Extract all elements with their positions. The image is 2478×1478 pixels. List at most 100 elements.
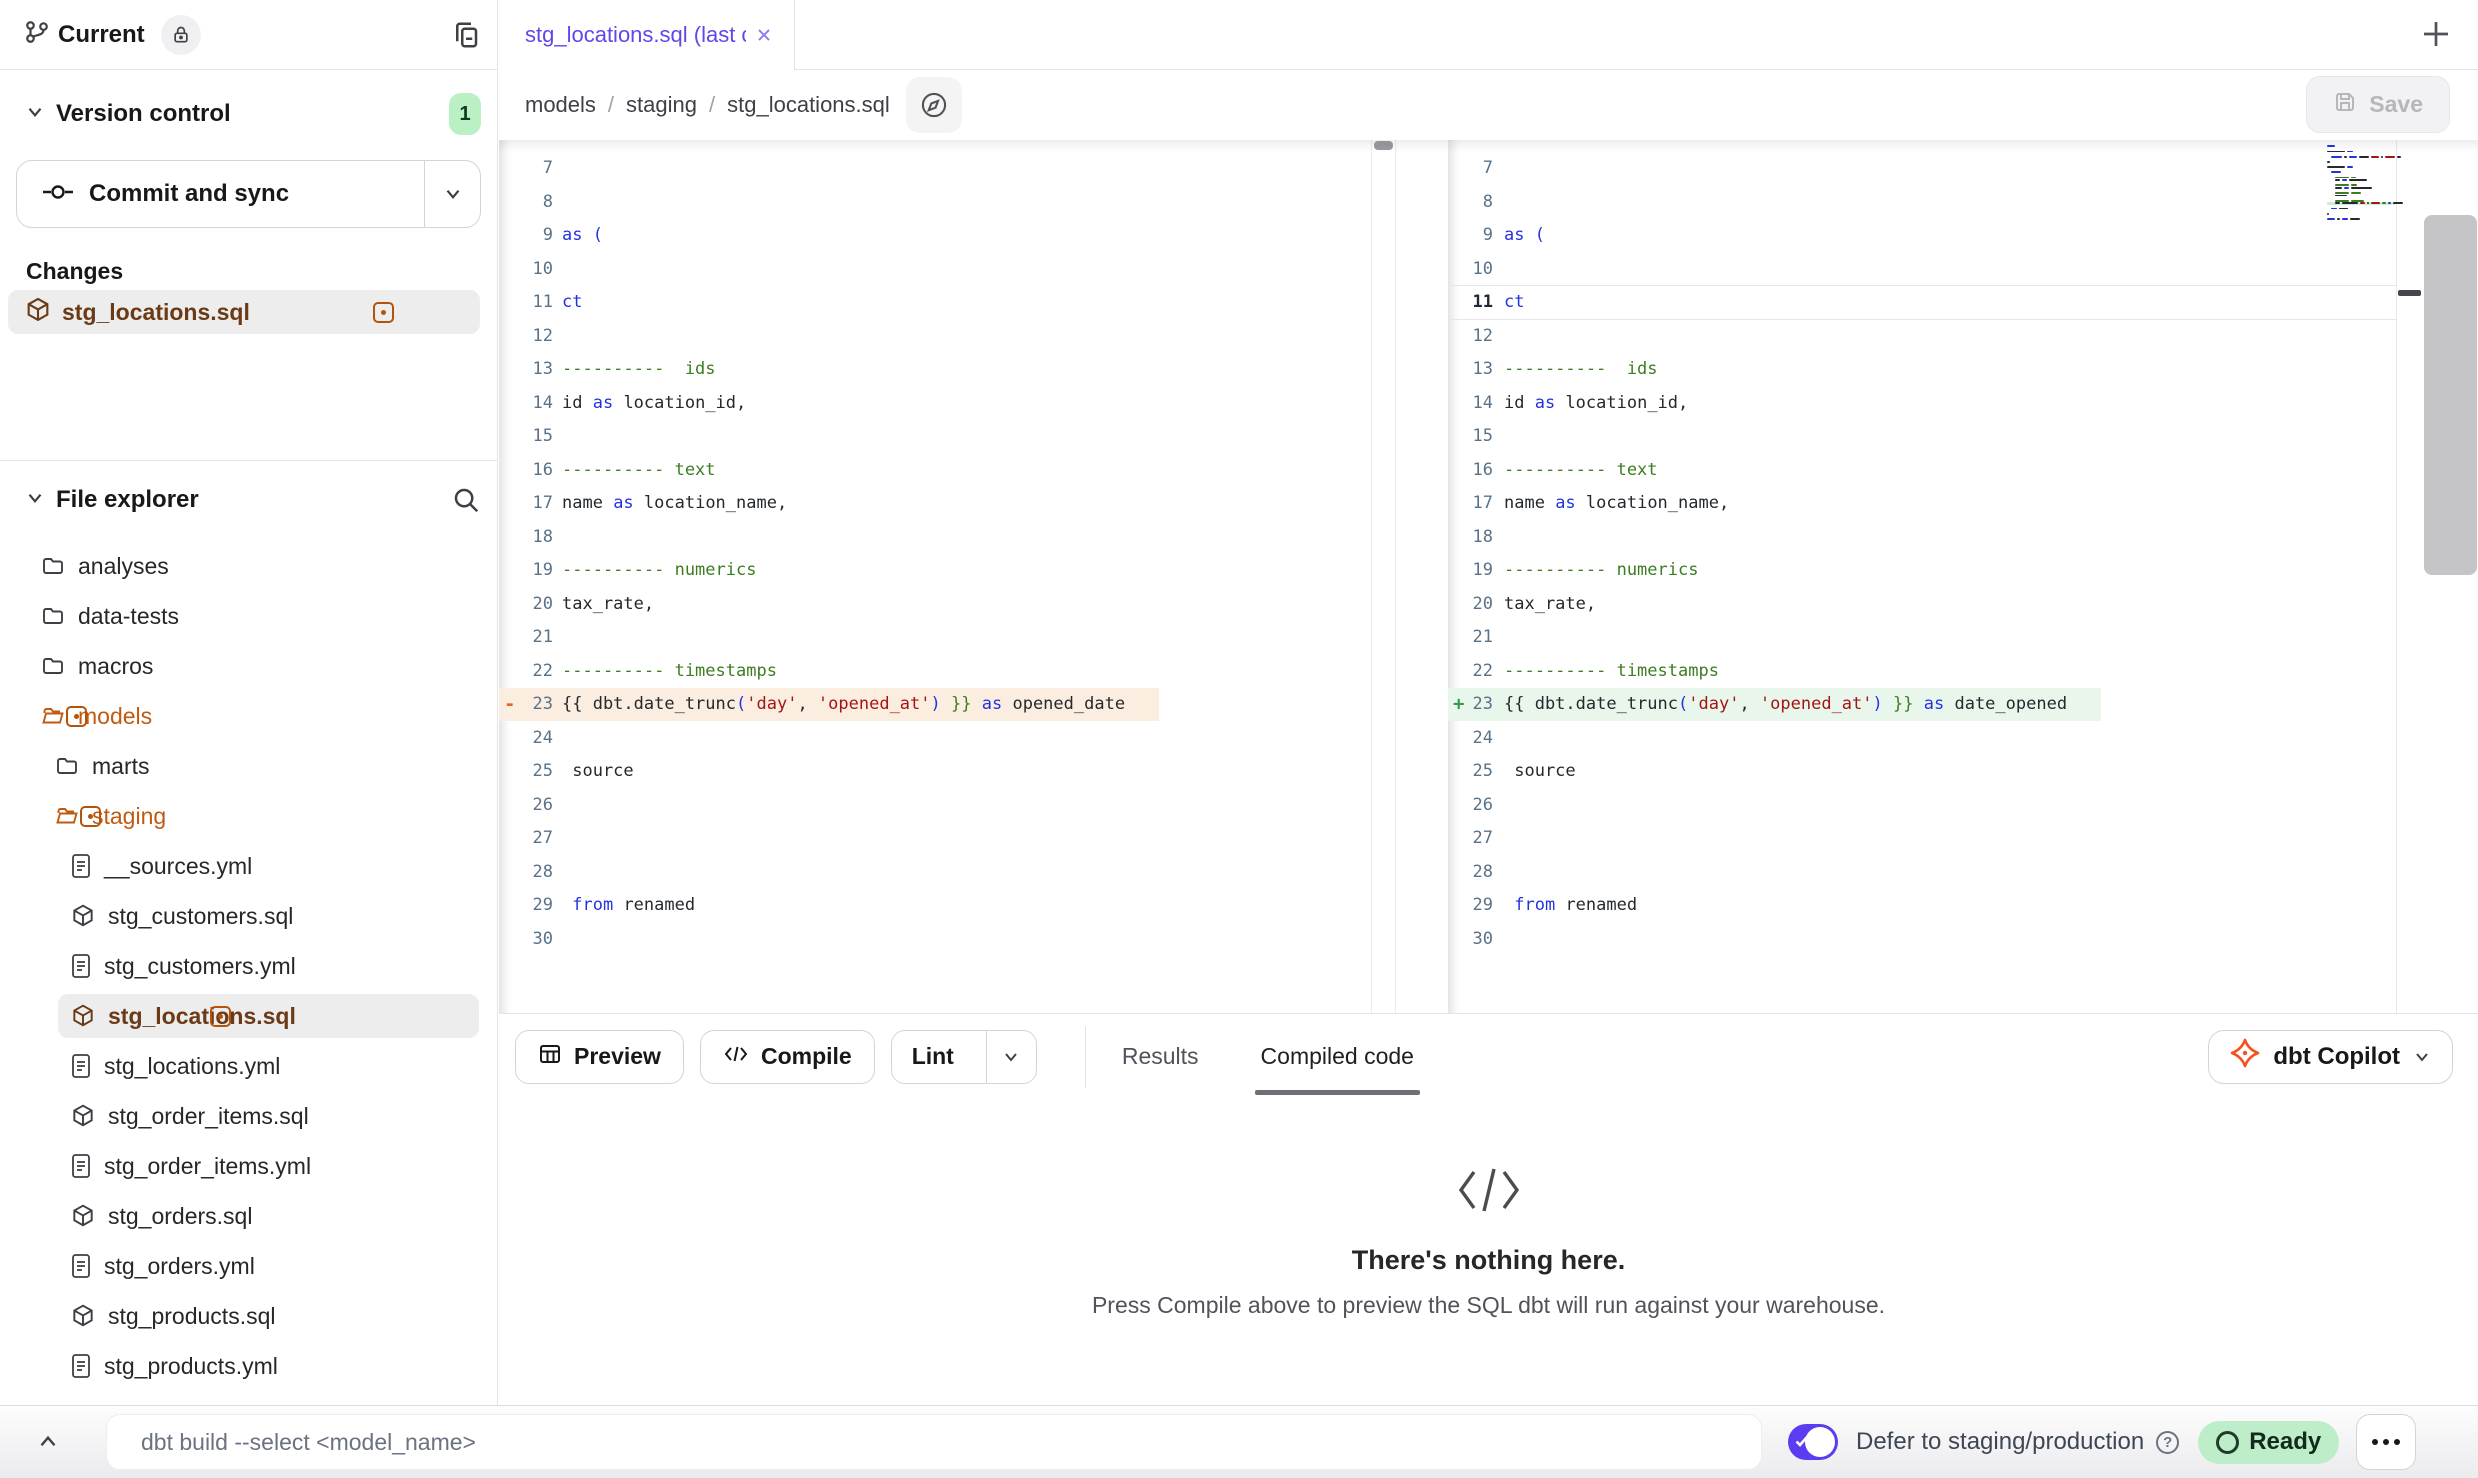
ellipsis-menu-button[interactable] [2356,1414,2416,1470]
compile-button[interactable]: Compile [700,1030,875,1084]
file-item-models[interactable]: models [0,691,497,741]
file-item-macros[interactable]: macros [0,641,497,691]
code-line-left-28[interactable]: 28 [499,855,1371,889]
changed-file-stg-locations[interactable]: stg_locations.sql [8,290,480,334]
save-button[interactable]: Save [2306,76,2450,133]
lint-options-chevron[interactable] [986,1031,1036,1083]
minimap[interactable] [2327,145,2395,223]
code-line-left-11[interactable]: 11ct [499,286,1371,320]
code-line-left-25[interactable]: 25 source [499,755,1371,789]
file-item-stg_order_items.sql[interactable]: stg_order_items.sql [0,1091,497,1141]
code-line-left-18[interactable]: 18 [499,520,1371,554]
code-line-right-27[interactable]: 27 [1448,822,2396,856]
file-item-stg_customers.sql[interactable]: stg_customers.sql [0,891,497,941]
file-item-marts[interactable]: marts [0,741,497,791]
code-line-right-10[interactable]: 10 [1448,252,2396,286]
code-line-left-16[interactable]: 16---------- text [499,453,1371,487]
file-explorer-header[interactable]: File explorer [0,474,497,526]
code-line-right-22[interactable]: 22---------- timestamps [1448,654,2396,688]
code-line-left-29[interactable]: 29 from renamed [499,889,1371,923]
branch-selector[interactable]: Current [24,15,201,55]
code-line-right-20[interactable]: 20tax_rate, [1448,587,2396,621]
code-line-right-9[interactable]: 9as ( [1448,219,2396,253]
code-line-right-7[interactable]: 7 [1448,152,2396,186]
code-line-right-15[interactable]: 15 [1448,420,2396,454]
editor-pane-modified[interactable]: 6789as (1011ct1213---------- ids14id as … [1448,140,2396,1013]
code-line-right-26[interactable]: 26 [1448,788,2396,822]
code-line-left-26[interactable]: 26 [499,788,1371,822]
code-line-right-12[interactable]: 12 [1448,319,2396,353]
dbt-copilot-button[interactable]: dbt Copilot [2208,1030,2453,1084]
code-line-left-12[interactable]: 12 [499,319,1371,353]
code-line-left-10[interactable]: 10 [499,252,1371,286]
code-line-left-13[interactable]: 13---------- ids [499,353,1371,387]
status-ready-badge[interactable]: Ready [2198,1421,2339,1464]
file-item-stg_customers.yml[interactable]: stg_customers.yml [0,941,497,991]
code-line-left-9[interactable]: 9as ( [499,219,1371,253]
breadcrumb-staging[interactable]: staging [626,92,697,118]
page-scrollbar-thumb[interactable] [2424,215,2477,575]
breadcrumb-file[interactable]: stg_locations.sql [727,92,890,118]
code-line-left-21[interactable]: 21 [499,621,1371,655]
code-line-right-30[interactable]: 30 [1448,922,2396,956]
code-line-left-7[interactable]: 7 [499,152,1371,186]
close-tab-icon[interactable] [754,25,774,45]
code-line-right-13[interactable]: 13---------- ids [1448,353,2396,387]
file-item-stg_products.sql[interactable]: stg_products.sql [0,1291,497,1341]
code-line-right-19[interactable]: 19---------- numerics [1448,554,2396,588]
breadcrumb-models[interactable]: models [525,92,596,118]
copy-tabs-icon[interactable] [451,20,481,50]
code-line-left-23[interactable]: -23{{ dbt.date_trunc('day', 'opened_at')… [499,688,1371,722]
chevron-up-icon[interactable] [13,1429,83,1455]
file-item-analyses[interactable]: analyses [0,541,497,591]
code-line-right-11[interactable]: 11ct [1448,286,2396,320]
code-line-right-17[interactable]: 17name as location_name, [1448,487,2396,521]
code-line-left-27[interactable]: 27 [499,822,1371,856]
code-line-right-14[interactable]: 14id as location_id, [1448,386,2396,420]
code-line-right-16[interactable]: 16---------- text [1448,453,2396,487]
code-line-left-14[interactable]: 14id as location_id, [499,386,1371,420]
commit-options-chevron[interactable] [424,161,480,227]
compass-icon[interactable] [906,77,962,133]
code-line-left-17[interactable]: 17name as location_name, [499,487,1371,521]
lint-button[interactable]: Lint [892,1031,974,1083]
code-line-left-30[interactable]: 30 [499,922,1371,956]
code-line-left-20[interactable]: 20tax_rate, [499,587,1371,621]
code-line-right-29[interactable]: 29 from renamed [1448,889,2396,923]
file-item-stg_order_items.yml[interactable]: stg_order_items.yml [0,1141,497,1191]
tab-results[interactable]: Results [1122,1014,1199,1099]
help-icon[interactable]: ? [2156,1431,2179,1454]
commit-and-sync-main[interactable]: Commit and sync [17,161,424,227]
file-item-__sources.yml[interactable]: __sources.yml [0,841,497,891]
code-line-right-25[interactable]: 25 source [1448,755,2396,789]
tab-stg-locations[interactable]: stg_locations.sql (last co... [499,0,795,70]
file-item-stg_orders.yml[interactable]: stg_orders.yml [0,1241,497,1291]
code-line-right-28[interactable]: 28 [1448,855,2396,889]
code-line-right-18[interactable]: 18 [1448,520,2396,554]
file-item-staging[interactable]: staging [0,791,497,841]
defer-toggle[interactable] [1788,1424,1838,1460]
dbt-command-input[interactable] [141,1429,1727,1456]
code-line-right-6[interactable]: 6 [1448,140,2396,152]
code-line-left-19[interactable]: 19---------- numerics [499,554,1371,588]
version-control-header[interactable]: Version control 1 [0,76,497,152]
file-item-stg_orders.sql[interactable]: stg_orders.sql [0,1191,497,1241]
code-line-right-24[interactable]: 24 [1448,721,2396,755]
code-line-left-22[interactable]: 22---------- timestamps [499,654,1371,688]
editor-scrollbar-thumb[interactable] [1374,141,1393,150]
editor-scrollbar-track[interactable] [1371,140,1396,1013]
file-item-stg_products.yml[interactable]: stg_products.yml [0,1341,497,1391]
code-line-left-24[interactable]: 24 [499,721,1371,755]
new-tab-plus-icon[interactable] [2418,16,2454,52]
code-line-right-8[interactable]: 8 [1448,185,2396,219]
preview-button[interactable]: Preview [515,1030,684,1084]
search-icon[interactable] [451,485,481,515]
code-line-right-23[interactable]: +23{{ dbt.date_trunc('day', 'opened_at')… [1448,688,2396,722]
file-item-data-tests[interactable]: data-tests [0,591,497,641]
code-line-left-8[interactable]: 8 [499,185,1371,219]
code-line-right-21[interactable]: 21 [1448,621,2396,655]
editor-pane-original[interactable]: 6789as (1011ct1213---------- ids14id as … [499,140,1371,1013]
file-item-stg_locations.sql[interactable]: stg_locations.sql [0,991,497,1041]
tab-compiled-code[interactable]: Compiled code [1261,1014,1414,1099]
code-line-left-6[interactable]: 6 [499,140,1371,152]
